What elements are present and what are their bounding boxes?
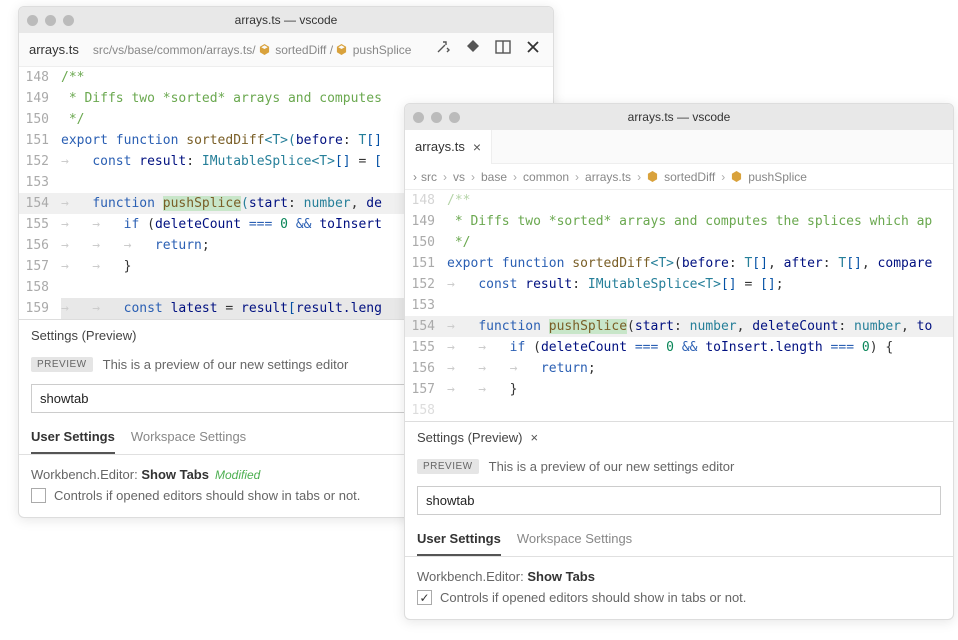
- code-editor[interactable]: 148/** 149 * Diffs two *sorted* arrays a…: [405, 190, 953, 421]
- minimize-dot[interactable]: [431, 112, 442, 123]
- source-control-icon[interactable]: [465, 39, 481, 60]
- preview-text: This is a preview of our new settings ed…: [489, 459, 735, 474]
- setting-description: Controls if opened editors should show i…: [440, 590, 746, 605]
- tab-arrays[interactable]: arrays.ts ×: [405, 130, 492, 164]
- tab-user-settings[interactable]: User Settings: [417, 525, 501, 556]
- checkbox-show-tabs[interactable]: [31, 488, 46, 503]
- setting-show-tabs: Workbench.Editor: Show Tabs ✓ Controls i…: [405, 557, 953, 619]
- settings-panel: Settings (Preview) ×: [405, 421, 953, 451]
- close-dot[interactable]: [413, 112, 424, 123]
- minimize-dot[interactable]: [45, 15, 56, 26]
- cube-icon: [336, 44, 347, 55]
- setting-description: Controls if opened editors should show i…: [54, 488, 360, 503]
- titlebar[interactable]: arrays.ts — vscode: [19, 7, 553, 33]
- vscode-window-2: arrays.ts — vscode arrays.ts × ›src› vs›…: [404, 103, 954, 620]
- close-dot[interactable]: [27, 15, 38, 26]
- tab-user-settings[interactable]: User Settings: [31, 423, 115, 454]
- tab-close-icon[interactable]: ×: [473, 139, 481, 155]
- window-title: arrays.ts — vscode: [19, 13, 553, 27]
- cube-icon: [647, 171, 658, 182]
- settings-title: Settings (Preview): [417, 430, 522, 445]
- zoom-dot[interactable]: [63, 15, 74, 26]
- tab-bar: arrays.ts src/vs/base/common/arrays.ts/ …: [19, 33, 553, 67]
- window-title: arrays.ts — vscode: [405, 110, 953, 124]
- preview-badge: PREVIEW: [417, 459, 479, 474]
- cube-icon: [259, 44, 270, 55]
- editor-actions: [423, 39, 553, 60]
- tab-workspace-settings[interactable]: Workspace Settings: [131, 423, 246, 454]
- settings-search-input[interactable]: [417, 486, 941, 515]
- breadcrumb[interactable]: ›src› vs› base› common› arrays.ts› sorte…: [405, 164, 953, 190]
- split-editor-icon[interactable]: [495, 39, 511, 60]
- tab-arrays[interactable]: arrays.ts: [19, 42, 89, 57]
- diff-icon[interactable]: [435, 39, 451, 60]
- titlebar[interactable]: arrays.ts — vscode: [405, 104, 953, 130]
- traffic-lights[interactable]: [27, 15, 74, 26]
- checkbox-show-tabs[interactable]: ✓: [417, 590, 432, 605]
- tab-bar: arrays.ts ×: [405, 130, 953, 164]
- preview-badge: PREVIEW: [31, 357, 93, 372]
- close-icon[interactable]: [525, 39, 541, 60]
- tab-workspace-settings[interactable]: Workspace Settings: [517, 525, 632, 556]
- preview-text: This is a preview of our new settings ed…: [103, 357, 349, 372]
- settings-tabs: User Settings Workspace Settings: [405, 525, 953, 557]
- traffic-lights[interactable]: [413, 112, 460, 123]
- breadcrumb[interactable]: src/vs/base/common/arrays.ts/ sortedDiff…: [89, 43, 412, 57]
- settings-close-icon[interactable]: ×: [530, 430, 538, 445]
- settings-title: Settings (Preview): [31, 328, 136, 343]
- cube-icon: [731, 171, 742, 182]
- zoom-dot[interactable]: [449, 112, 460, 123]
